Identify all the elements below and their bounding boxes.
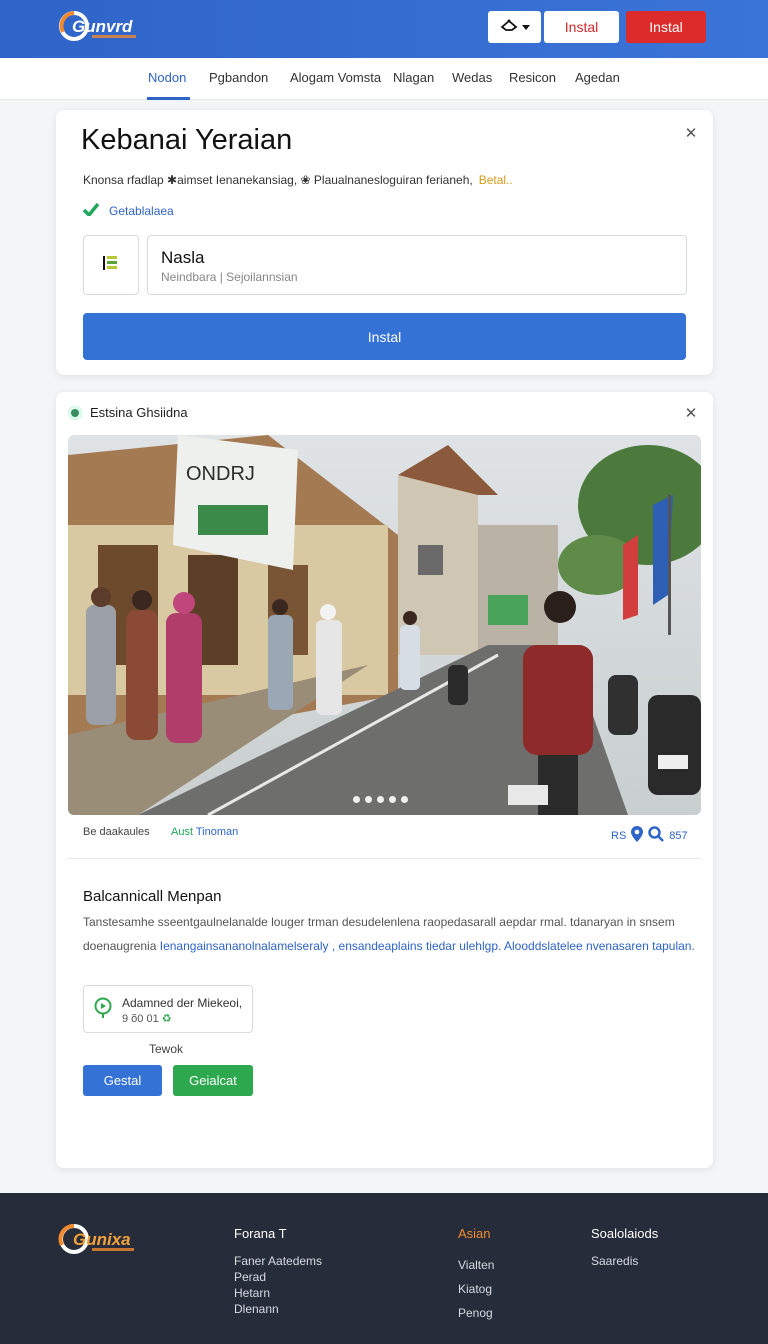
post-meta-tag[interactable]: Aust Tinoman: [171, 826, 238, 838]
install-card-title: Kebanai Yeraian: [81, 124, 293, 156]
more-link[interactable]: Betal..: [479, 173, 513, 187]
close-icon[interactable]: ✕: [682, 404, 700, 422]
carousel-dot[interactable]: [401, 796, 408, 803]
close-icon[interactable]: ✕: [682, 124, 700, 142]
install-primary-button[interactable]: Instal: [626, 11, 706, 43]
footer: Gunixa Forana T Faner Aatedems Perad Het…: [0, 1193, 768, 1344]
footer-col-3: Soalolaiods Saaredis: [591, 1226, 658, 1269]
location-info-box[interactable]: Adamned der Miekeoi, 9 õ0 01 ♻: [83, 985, 253, 1033]
description-text: Knonsa rfadlap ✱aimset Ienanekansiag, ❀ …: [83, 173, 473, 187]
footer-col-3-heading: Soalolaiods: [591, 1226, 659, 1241]
logo[interactable]: Gunvrd: [58, 6, 140, 46]
post-card-header: Estsina Ghsiidna: [68, 405, 188, 420]
geialcat-button[interactable]: Geialcat: [173, 1065, 253, 1096]
footer-link[interactable]: Dlenann: [234, 1301, 322, 1317]
footer-link[interactable]: Penog: [458, 1301, 494, 1325]
barcode-icon: [102, 254, 120, 277]
carousel-dot[interactable]: [365, 796, 372, 803]
body-line-2-link[interactable]: Ienangainsananolnalamelseraly , ensandea…: [160, 939, 695, 953]
location-icon: [94, 997, 112, 1024]
info-sub: 9 õ0 01 ♻: [122, 1012, 172, 1025]
search-icon[interactable]: [648, 826, 665, 845]
carousel-dots[interactable]: [353, 796, 408, 803]
translate-icon: [500, 18, 518, 37]
footer-link[interactable]: Perad: [234, 1269, 322, 1285]
footer-link[interactable]: Vialten: [458, 1253, 494, 1277]
nav-item-5[interactable]: Resicon: [509, 70, 556, 85]
app-icon-box: [83, 235, 139, 295]
language-selector[interactable]: [488, 11, 541, 43]
verified-row: Getablalaea: [82, 202, 174, 219]
meta-right-prefix: RS: [611, 829, 627, 842]
svg-text:Gunvrd: Gunvrd: [72, 17, 133, 36]
map-pin-icon[interactable]: [631, 826, 644, 845]
footer-link[interactable]: Faner Aatedems: [234, 1253, 322, 1269]
footer-col-2-heading: Asian: [458, 1226, 491, 1241]
svg-text:ONDRJ: ONDRJ: [186, 463, 255, 485]
gestal-button[interactable]: Gestal: [83, 1065, 162, 1096]
post-card-head-label: Estsina Ghsiidna: [90, 405, 188, 420]
post-body-line-1: Tanstesamhe sseentgaulnelanalde louger t…: [83, 915, 675, 929]
name-field-label: Nasla: [161, 248, 205, 267]
footer-col-1-heading: Forana T: [234, 1226, 287, 1241]
footer-col-2: Asian Vialten Kiatog Penog: [458, 1226, 494, 1325]
nav-item-4[interactable]: Wedas: [452, 70, 492, 85]
nav-item-3[interactable]: Nlagan: [393, 70, 434, 85]
svg-text:Gunixa: Gunixa: [73, 1230, 131, 1249]
footer-col-1: Forana T Faner Aatedems Perad Hetarn Dle…: [234, 1226, 322, 1317]
active-tab-indicator: [147, 97, 190, 100]
post-meta-stats: RS 857: [611, 826, 688, 845]
recycle-icon: ♻: [161, 1013, 172, 1025]
info-title: Adamned der Miekeoi,: [122, 996, 243, 1010]
verified-label: Getablalaea: [109, 203, 174, 218]
chevron-down-icon: [521, 18, 530, 36]
post-meta-author: Be daakaules: [83, 826, 150, 838]
main-nav: Nodon Pgbandon Alogam Vomsta Nlagan Weda…: [0, 58, 768, 100]
nav-item-6[interactable]: Agedan: [575, 70, 620, 85]
name-field: Nasla: [147, 235, 687, 295]
meta-tag-label: Tinoman: [195, 826, 239, 838]
post-body-line-2: doenaugrenia Ienangainsananolnalamelsera…: [83, 939, 695, 953]
nav-item-0[interactable]: Nodon: [148, 70, 186, 85]
info-sub-text: 9 õ0 01: [122, 1013, 159, 1025]
post-card: Estsina Ghsiidna ✕ ONDRJ Be daakaules Au…: [56, 392, 713, 1168]
footer-logo[interactable]: Gunixa: [58, 1221, 138, 1262]
top-bar: Gunvrd Instal Instal: [0, 0, 768, 58]
meta-right-value: 857: [669, 829, 688, 842]
install-card: ✕ Kebanai Yeraian Knonsa rfadlap ✱aimset…: [56, 110, 713, 375]
meta-tag-prefix: Aust: [171, 826, 194, 838]
street-photo[interactable]: ONDRJ: [68, 435, 701, 815]
post-subtitle: Balcannicall Menpan: [83, 888, 222, 905]
footer-link[interactable]: Hetarn: [234, 1285, 322, 1301]
install-button[interactable]: Instal: [83, 313, 686, 360]
small-label: Tewok: [149, 1042, 184, 1056]
name-input[interactable]: [161, 270, 661, 284]
check-icon: [82, 202, 100, 219]
nav-item-2[interactable]: Alogam Vomsta: [290, 70, 381, 85]
footer-link[interactable]: Saaredis: [591, 1253, 658, 1269]
body-line-2-prefix: doenaugrenia: [83, 939, 157, 953]
divider: [68, 858, 701, 859]
install-outline-button[interactable]: Instal: [544, 11, 619, 43]
carousel-dot[interactable]: [389, 796, 396, 803]
install-card-description: Knonsa rfadlap ✱aimset Ienanekansiag, ❀ …: [83, 173, 513, 187]
status-dot-icon: [68, 405, 82, 420]
nav-item-1[interactable]: Pgbandon: [209, 70, 268, 85]
carousel-dot[interactable]: [377, 796, 384, 803]
footer-link[interactable]: Kiatog: [458, 1277, 494, 1301]
carousel-dot[interactable]: [353, 796, 360, 803]
